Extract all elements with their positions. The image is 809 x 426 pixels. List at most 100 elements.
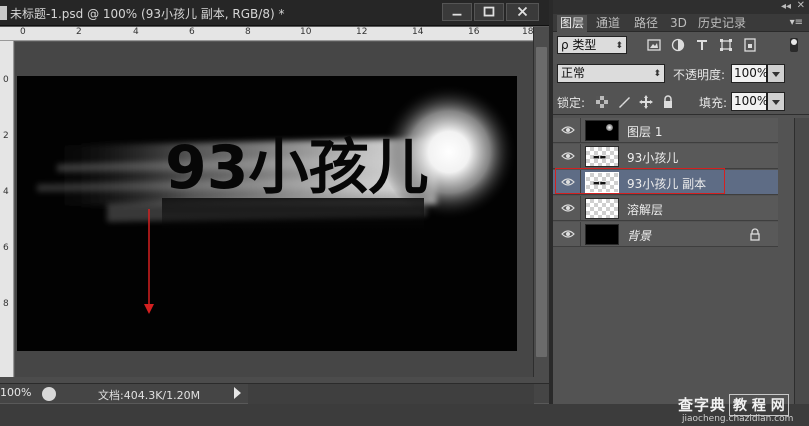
- collapse-icon[interactable]: ◂◂: [781, 1, 791, 12]
- ruler-v-number: 6: [3, 243, 9, 253]
- panel-scrollbar[interactable]: [794, 118, 809, 404]
- layer-row[interactable]: 图层 1: [553, 118, 778, 143]
- layer-row[interactable]: 背景: [553, 222, 778, 247]
- document-titlebar[interactable]: 未标题-1.psd @ 100% (93小孩儿 副本, RGB/8) *: [0, 0, 549, 26]
- opacity-label: 不透明度:: [673, 68, 726, 82]
- minimize-icon: [452, 13, 462, 16]
- opacity-dropdown-icon[interactable]: [767, 64, 785, 83]
- close-button[interactable]: [506, 3, 539, 21]
- fill-label: 填充:: [699, 96, 728, 110]
- ruler-h-number: 14: [412, 27, 424, 37]
- zoom-field[interactable]: 100%: [0, 386, 34, 401]
- document-info: 文档:404.3K/1.20M: [98, 389, 201, 402]
- document-title: 未标题-1.psd @ 100% (93小孩儿 副本, RGB/8) *: [10, 7, 285, 21]
- visibility-eye-icon[interactable]: [561, 151, 575, 161]
- maximize-button[interactable]: [474, 3, 504, 21]
- layer-name[interactable]: 93小孩儿: [627, 149, 678, 166]
- fill-field[interactable]: 100%: [731, 92, 768, 111]
- thumbnail-text-mark: ▬▬: [593, 153, 607, 161]
- eye-separator: [580, 222, 581, 247]
- visibility-eye-icon[interactable]: [561, 229, 575, 239]
- eye-separator: [580, 144, 581, 169]
- watermark: 查字典教 程 网 jiaocheng.chazidian.com: [678, 394, 793, 424]
- layer-name[interactable]: 图层 1: [627, 123, 662, 140]
- fill-dropdown-icon[interactable]: [767, 92, 785, 111]
- layer-thumbnail[interactable]: [585, 224, 619, 245]
- layer-row[interactable]: ▬▬ 93小孩儿: [553, 144, 778, 169]
- layer-name[interactable]: 93小孩儿 副本: [627, 175, 706, 192]
- tab-history[interactable]: 历史记录: [695, 15, 749, 32]
- opacity-field[interactable]: 100%: [731, 64, 768, 83]
- watermark-main: 查字典: [678, 396, 727, 414]
- eye-separator: [580, 196, 581, 221]
- status-menu-arrow-icon[interactable]: [234, 387, 241, 399]
- vertical-scroll-thumb[interactable]: [536, 47, 547, 357]
- tab-paths[interactable]: 路径: [631, 15, 661, 32]
- ruler-v-number: 0: [3, 75, 9, 85]
- filter-type-select[interactable]: ρ 类型 ⬍: [557, 36, 627, 54]
- canvas-text: 93小孩儿: [165, 133, 429, 203]
- vertical-ruler[interactable]: 0 2 4 6 8: [0, 41, 14, 377]
- tab-channels[interactable]: 通道: [593, 15, 623, 32]
- blend-row: 正常 ⬍ 不透明度: 100%: [553, 62, 809, 86]
- layer-thumbnail[interactable]: ▬▬: [585, 172, 619, 193]
- eye-separator: [580, 118, 581, 143]
- type-filter-icon[interactable]: [695, 38, 709, 52]
- filter-row: ρ 类型 ⬍: [553, 33, 809, 59]
- visibility-eye-icon[interactable]: [561, 125, 575, 135]
- layer-thumbnail[interactable]: ▬▬: [585, 146, 619, 167]
- canvas[interactable]: 93小孩儿: [17, 76, 517, 351]
- vertical-scrollbar[interactable]: [533, 27, 549, 377]
- lock-position-icon[interactable]: [639, 95, 653, 109]
- layer-name[interactable]: 背景: [627, 227, 651, 244]
- panel-menu-icon[interactable]: ▾≡: [790, 17, 803, 28]
- layer-lock-icon: [749, 228, 761, 241]
- panel-close-icon[interactable]: ✕: [797, 0, 805, 11]
- horizontal-ruler[interactable]: 0 2 4 6 8 10 12 14 16 18: [0, 27, 533, 41]
- image-filter-icon[interactable]: [647, 38, 661, 52]
- tab-3d[interactable]: 3D: [667, 15, 690, 32]
- watermark-boxed: 教 程 网: [729, 394, 789, 416]
- layer-name[interactable]: 溶解层: [627, 201, 663, 218]
- select-arrows-icon: ⬍: [653, 69, 661, 79]
- smart-object-filter-icon[interactable]: [743, 38, 757, 52]
- shape-filter-icon[interactable]: [719, 38, 733, 52]
- status-info-icon[interactable]: [42, 387, 56, 401]
- document-window: 未标题-1.psd @ 100% (93小孩儿 副本, RGB/8) * 0 2…: [0, 0, 549, 404]
- ruler-h-number: 8: [245, 27, 251, 37]
- ruler-h-number: 10: [300, 27, 312, 37]
- lock-transparency-icon[interactable]: [595, 95, 609, 109]
- maximize-icon: [483, 6, 495, 17]
- ruler-v-number: 2: [3, 131, 9, 141]
- ruler-h-number: 16: [468, 27, 480, 37]
- annotation-arrow: [144, 209, 154, 314]
- layers-panel: ◂◂ ✕ 图层 通道 路径 3D 历史记录 ▾≡ ρ 类型 ⬍ 正常 ⬍ 不透明…: [553, 0, 809, 404]
- minimize-button[interactable]: [442, 3, 472, 21]
- lock-all-icon[interactable]: [661, 95, 675, 109]
- ruler-h-number: 6: [189, 27, 195, 37]
- thumbnail-glow: [606, 124, 613, 131]
- ruler-h-number: 2: [76, 27, 82, 37]
- adjustment-filter-icon[interactable]: [671, 38, 685, 52]
- panel-header[interactable]: ◂◂ ✕: [553, 0, 809, 14]
- layer-row[interactable]: 溶解层: [553, 196, 778, 221]
- blend-mode-select[interactable]: 正常 ⬍: [557, 64, 665, 83]
- canvas-artwork: 93小孩儿: [27, 84, 517, 314]
- layer-thumbnail[interactable]: [585, 120, 619, 141]
- ruler-h-number: 0: [20, 27, 26, 37]
- thumbnail-text-mark: ▬▬: [593, 179, 607, 187]
- visibility-eye-icon[interactable]: [561, 177, 575, 187]
- ruler-h-number: 18: [522, 27, 534, 37]
- layer-row-selected[interactable]: ▬▬ 93小孩儿 副本: [553, 170, 778, 195]
- layer-thumbnail[interactable]: [585, 198, 619, 219]
- lock-pixels-icon[interactable]: [617, 95, 631, 109]
- document-tab-marker: [0, 6, 7, 20]
- close-icon: [517, 6, 528, 17]
- tab-layers[interactable]: 图层: [557, 15, 588, 32]
- lock-row: 锁定: 填充: 100%: [553, 89, 809, 115]
- visibility-eye-icon[interactable]: [561, 203, 575, 213]
- text-reflection: [162, 198, 424, 238]
- eye-separator: [580, 170, 581, 195]
- filter-toggle-switch[interactable]: [785, 37, 803, 53]
- lock-label: 锁定:: [557, 96, 586, 110]
